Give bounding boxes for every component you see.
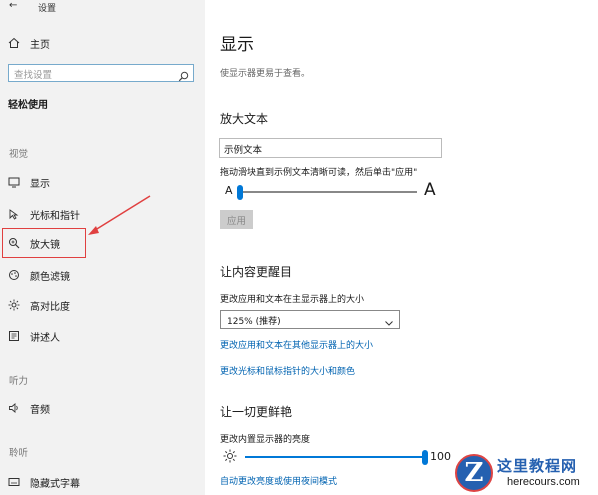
text-size-slider-track[interactable] — [237, 185, 417, 200]
brightness-slider-thumb[interactable] — [422, 450, 428, 465]
sample-text-box: 示例文本 — [219, 138, 442, 158]
sidebar-item-captions[interactable]: 隐藏式字幕 — [0, 471, 205, 493]
slider-instruction: 拖动滑块直到示例文本清晰可读，然后单击"应用" — [220, 168, 418, 178]
link-night-light[interactable]: 自动更改亮度或使用夜间模式 — [220, 474, 337, 487]
group-label-hearing: 听力 — [9, 376, 29, 387]
sidebar-item-narrator[interactable]: 讲述人 — [0, 325, 205, 347]
scale-label: 更改应用和文本在主显示器上的大小 — [220, 295, 365, 305]
scale-value: 125% (推荐) — [227, 317, 281, 327]
contrast-icon — [7, 298, 21, 312]
brightness-slider-track[interactable] — [245, 450, 428, 465]
page-subtitle: 使显示器更易于查看。 — [220, 69, 311, 79]
sidebar-item-label: 音频 — [30, 404, 50, 416]
watermark-name: 这里教程网 — [497, 457, 578, 475]
annotation-arrow-icon — [88, 195, 151, 235]
sidebar-item-high-contrast[interactable]: 高对比度 — [0, 294, 205, 316]
link-other-displays[interactable]: 更改应用和文本在其他显示器上的大小 — [220, 338, 373, 351]
link-cursor-size[interactable]: 更改光标和鼠标指针的大小和颜色 — [220, 364, 355, 377]
sidebar-item-label: 讲述人 — [30, 332, 60, 344]
main-content: 显示 使显示器更易于查看。 放大文本 示例文本 拖动滑块直到示例文本清晰可读，然… — [205, 0, 598, 495]
watermark: Z 这里教程网 herecours.com — [453, 452, 598, 495]
chevron-down-icon — [384, 313, 394, 332]
scale-dropdown[interactable]: 125% (推荐) — [220, 310, 400, 329]
speaker-icon — [7, 401, 21, 415]
sidebar-item-label: 隐藏式字幕 — [30, 478, 80, 490]
text-size-slider-thumb[interactable] — [237, 185, 243, 200]
group-label-interaction: 聆听 — [9, 448, 29, 459]
sidebar: ← 设置 主页 查找设置 轻松使用 视觉 显示 光标和指针 放大镜 颜色滤镜 高… — [0, 0, 205, 495]
sample-text: 示例文本 — [224, 145, 263, 156]
slider-min-label: A — [225, 184, 233, 197]
brightness-label: 更改内置显示器的亮度 — [220, 435, 311, 445]
captions-icon — [7, 475, 21, 489]
page-title: 显示 — [220, 35, 254, 55]
narrator-icon — [7, 329, 21, 343]
watermark-url: herecours.com — [507, 476, 580, 488]
apply-button[interactable]: 应用 — [220, 210, 253, 229]
sidebar-item-label: 颜色滤镜 — [30, 271, 70, 283]
bigger-text-heading: 放大文本 — [220, 112, 269, 126]
sun-icon — [223, 448, 237, 467]
watermark-logo-icon: Z — [455, 454, 493, 492]
make-bigger-heading: 让内容更醒目 — [220, 265, 293, 279]
sidebar-item-label: 高对比度 — [30, 301, 70, 313]
slider-max-label: A — [424, 180, 436, 200]
brightness-heading: 让一切更鲜艳 — [220, 405, 293, 419]
sidebar-item-audio[interactable]: 音频 — [0, 397, 205, 419]
palette-icon — [7, 268, 21, 282]
sidebar-item-color-filters[interactable]: 颜色滤镜 — [0, 264, 205, 286]
brightness-value: 100 — [430, 450, 451, 463]
